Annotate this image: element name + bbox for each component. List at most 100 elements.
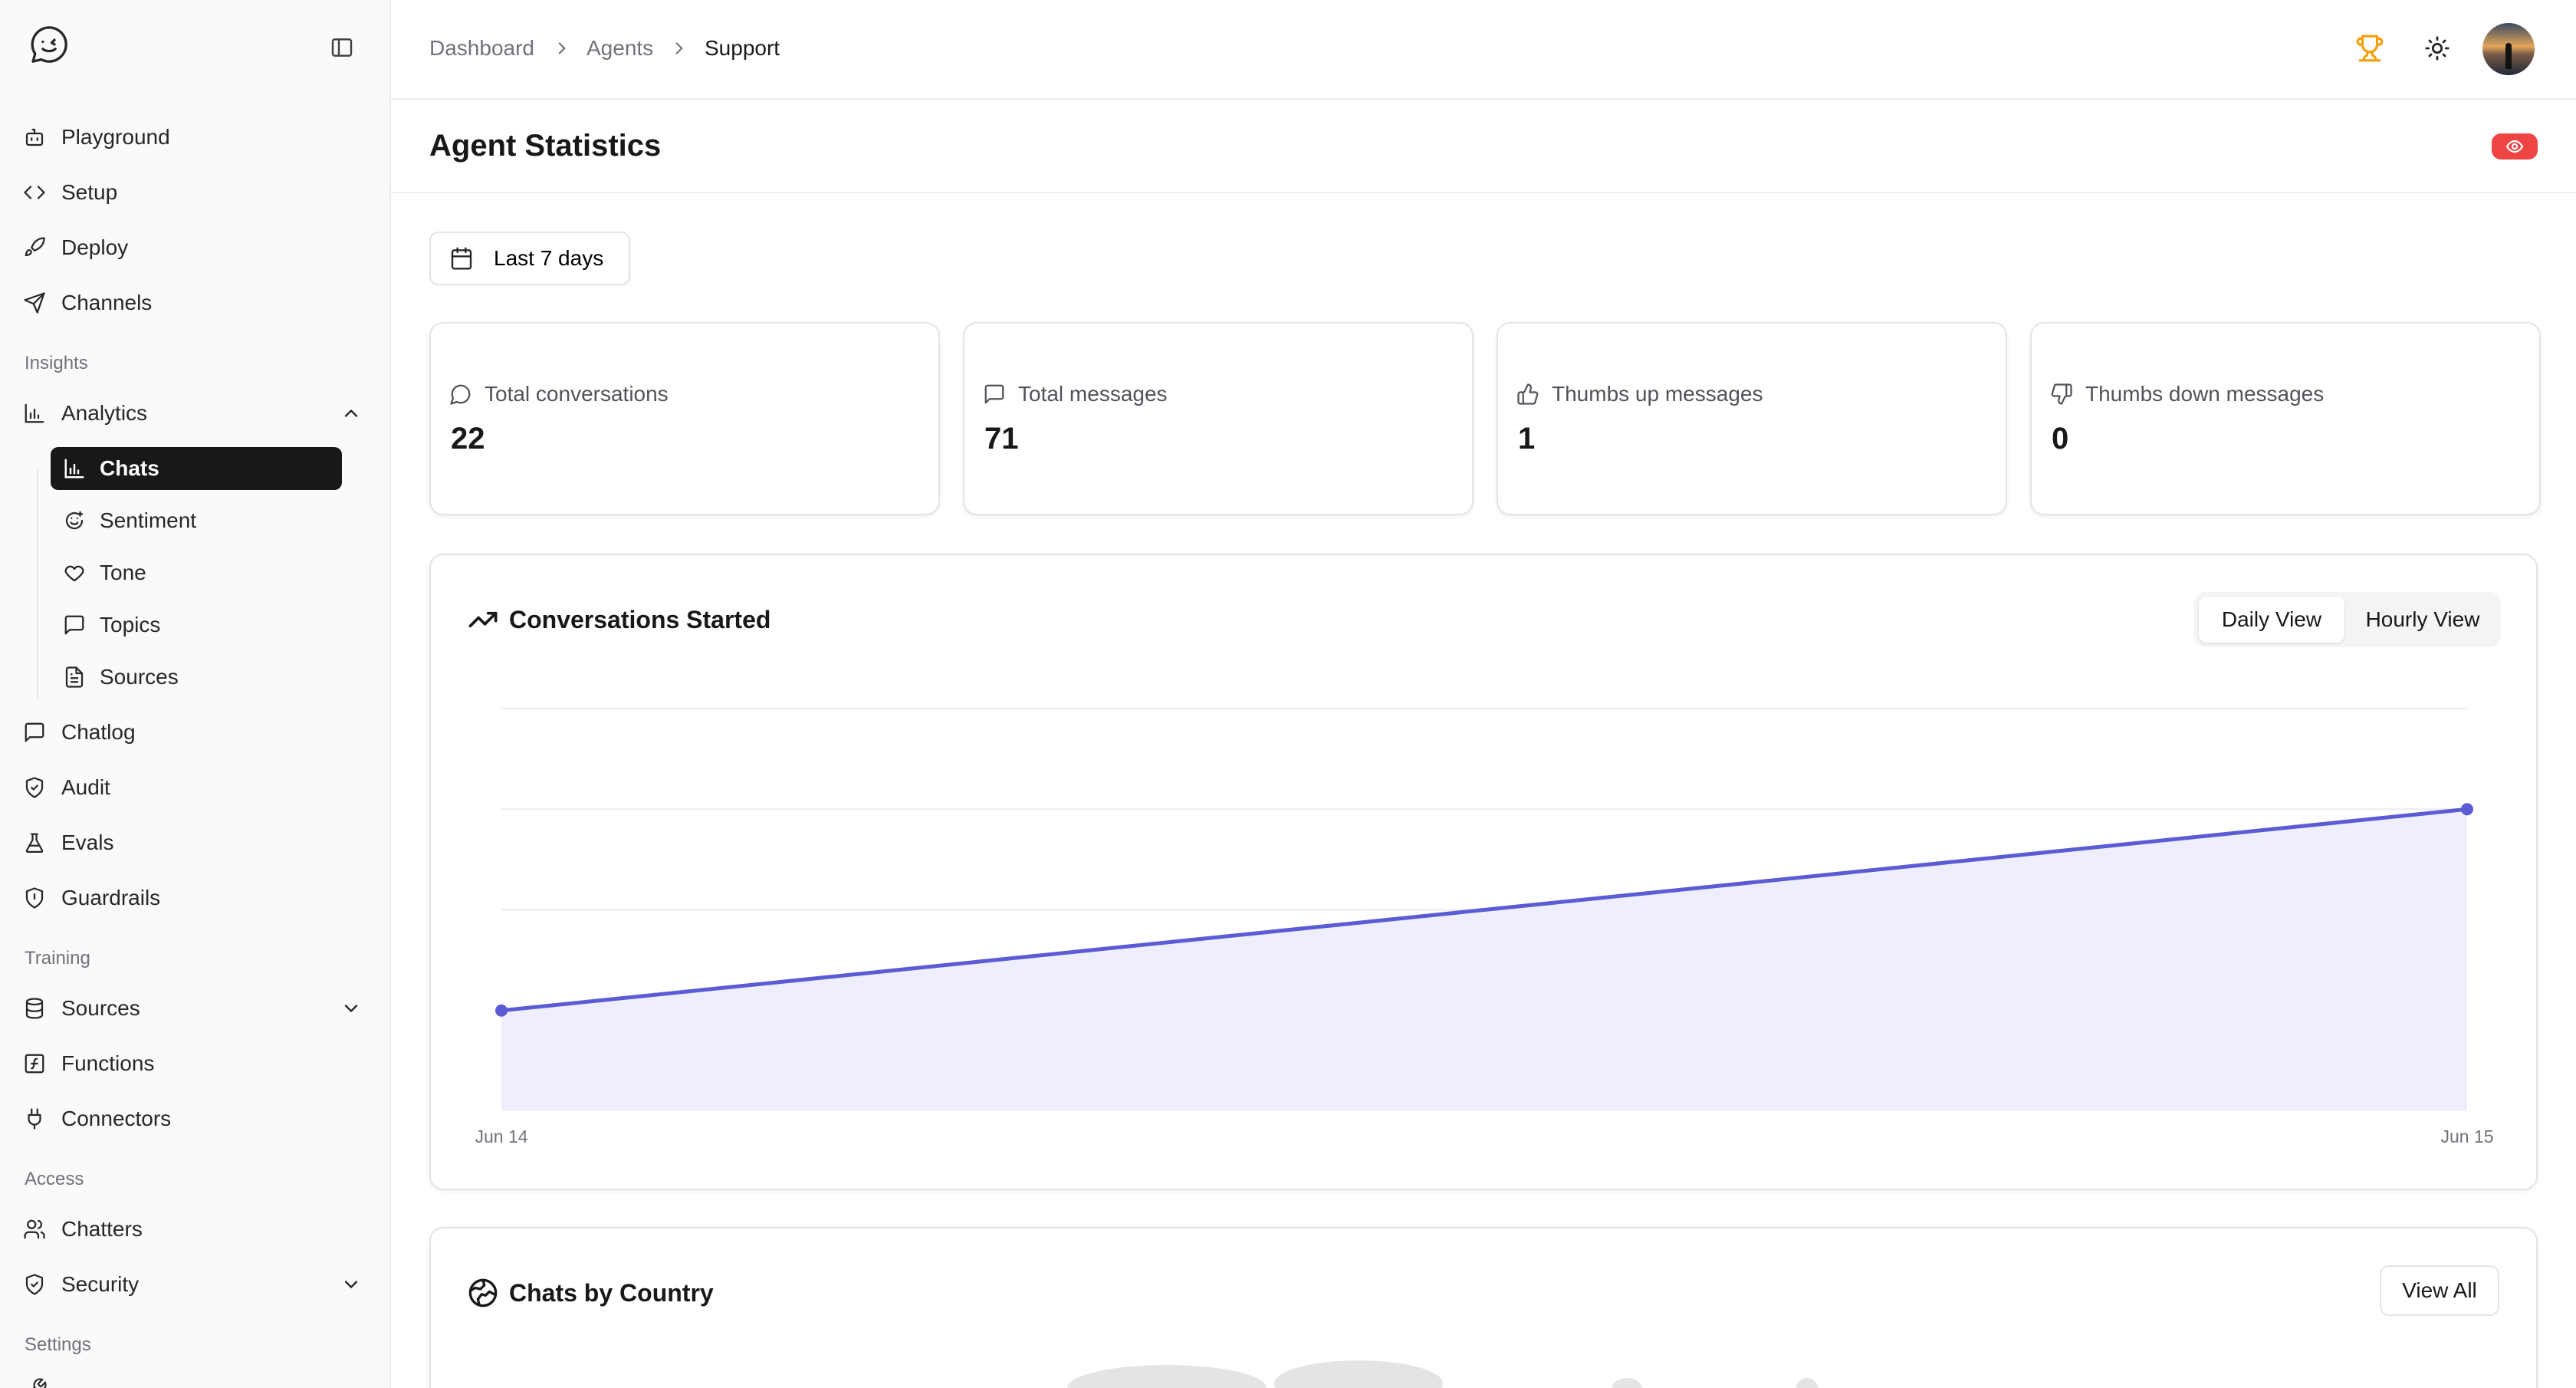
chart-x-tick-label: Jun 15 xyxy=(2440,1127,2493,1146)
users-icon xyxy=(24,1219,45,1239)
section-label-insights: Insights xyxy=(25,353,88,373)
world-map-shape xyxy=(1612,1378,1642,1388)
sidebar-item-label: Analytics xyxy=(61,401,148,425)
stat-value: 71 xyxy=(984,422,1019,456)
chats-by-country-card: Chats by Country View All xyxy=(429,1227,2538,1388)
sidebar-item-label: Connectors xyxy=(61,1107,172,1130)
stat-card-thumbs-up: Thumbs up messages 1 xyxy=(1497,322,2007,515)
stat-label: Total messages xyxy=(1018,382,1168,406)
breadcrumb-dashboard[interactable]: Dashboard xyxy=(429,36,534,61)
conversations-area-chart: Jun 14 Jun 15 xyxy=(475,708,2494,1146)
sidebar-item-analytics[interactable]: Analytics xyxy=(23,392,147,435)
sidebar-item-deploy[interactable]: Deploy xyxy=(23,226,128,269)
world-map-shape xyxy=(1067,1365,1267,1388)
sidebar-item-chatlog[interactable]: Chatlog xyxy=(23,711,136,754)
sidebar-item-security[interactable]: Security xyxy=(23,1263,139,1306)
stat-value: 22 xyxy=(451,422,485,456)
stat-label: Thumbs down messages xyxy=(2085,382,2325,406)
date-range-button[interactable]: Last 7 days xyxy=(429,232,630,285)
sidebar-item-playground[interactable]: Playground xyxy=(23,116,170,159)
sidebar-item-label: Sources xyxy=(100,665,179,689)
sidebar-item-label: Chatters xyxy=(61,1217,143,1241)
country-card-title: Chats by Country xyxy=(509,1278,714,1307)
conversations-chart-card: Conversations Started Daily View Hourly … xyxy=(429,554,2538,1190)
bar-chart-icon xyxy=(25,403,44,423)
chart-data-point xyxy=(2461,803,2473,816)
submenu-guide-line xyxy=(37,469,38,699)
sidebar-item-chatters[interactable]: Chatters xyxy=(23,1208,143,1251)
section-label-access: Access xyxy=(25,1169,84,1189)
bot-icon xyxy=(25,128,44,146)
sidebar-item-setup[interactable]: Setup xyxy=(23,171,117,214)
thumbs-down-icon xyxy=(2051,383,2072,405)
sun-icon[interactable] xyxy=(2424,35,2450,61)
sidebar-subitem-topics[interactable]: Topics xyxy=(51,604,342,646)
sidebar-item-training-sources[interactable]: Sources xyxy=(23,987,140,1030)
message-square-icon xyxy=(25,722,44,742)
sidebar-item-audit[interactable]: Audit xyxy=(23,766,110,809)
sidebar-item-channels[interactable]: Channels xyxy=(23,281,152,324)
sidebar-subitem-sources[interactable]: Sources xyxy=(51,656,342,699)
shield-check-icon xyxy=(25,777,44,798)
sidebar-item-label: Tone xyxy=(100,561,146,584)
visibility-badge[interactable] xyxy=(2492,133,2538,160)
database-icon xyxy=(25,998,44,1019)
message-circle-icon xyxy=(450,384,471,405)
chat-logo-icon[interactable] xyxy=(28,23,71,66)
message-square-icon xyxy=(984,384,1004,404)
avatar[interactable] xyxy=(2482,23,2535,75)
send-icon xyxy=(24,292,45,314)
sidebar: Playground Setup Deploy Channels Insight… xyxy=(0,0,391,1388)
globe-icon xyxy=(468,1278,498,1307)
rocket-icon xyxy=(25,237,45,257)
thumbs-up-icon xyxy=(1517,383,1539,405)
code-icon xyxy=(24,186,45,199)
message-square-icon xyxy=(64,615,84,635)
page-title: Agent Statistics xyxy=(429,129,662,163)
stat-label: Thumbs up messages xyxy=(1552,382,1763,406)
chevron-right-icon xyxy=(675,42,683,54)
chart-data-point xyxy=(495,1004,508,1017)
sidebar-item-label: Deploy xyxy=(61,235,129,259)
sidebar-item-label: Playground xyxy=(61,125,170,149)
sidebar-item-label: Security xyxy=(61,1272,140,1296)
section-label-training: Training xyxy=(25,948,90,969)
sidebar-item-evals[interactable]: Evals xyxy=(23,821,113,864)
breadcrumb-support: Support xyxy=(705,36,780,60)
sidebar-item-label: Topics xyxy=(100,613,161,636)
breadcrumb-agents[interactable]: Agents xyxy=(586,36,653,61)
sidebar-item-label: Audit xyxy=(61,775,110,799)
function-icon xyxy=(25,1054,44,1074)
chart-x-tick-label: Jun 14 xyxy=(475,1127,527,1146)
sidebar-item-functions[interactable]: Functions xyxy=(23,1042,154,1085)
sidebar-item-label: Sentiment xyxy=(100,508,197,532)
sidebar-subitem-sentiment[interactable]: Sentiment xyxy=(51,499,342,542)
sidebar-subitem-tone[interactable]: Tone xyxy=(51,551,342,594)
chevron-up-icon[interactable] xyxy=(340,403,362,424)
chevron-right-icon xyxy=(558,42,566,54)
view-all-button[interactable]: View All xyxy=(2380,1265,2499,1316)
heart-icon xyxy=(64,565,84,582)
date-range-label: Last 7 days xyxy=(494,246,604,270)
section-label-settings: Settings xyxy=(25,1334,91,1355)
shield-check-icon xyxy=(25,1274,44,1295)
sidebar-subitem-chats[interactable]: Chats xyxy=(51,447,342,490)
stat-card-conversations: Total conversations 22 xyxy=(429,322,940,515)
chevron-down-icon[interactable] xyxy=(340,1274,362,1295)
sidebar-item-label: Functions xyxy=(61,1051,155,1075)
settings-item-icon[interactable] xyxy=(25,1377,48,1388)
plug-icon xyxy=(28,1108,41,1130)
trophy-icon[interactable] xyxy=(2355,34,2384,63)
calendar-icon xyxy=(451,247,472,270)
sidebar-item-connectors[interactable]: Connectors xyxy=(23,1097,171,1140)
sidebar-item-label: Guardrails xyxy=(61,886,161,909)
sidebar-item-label: Channels xyxy=(61,291,153,314)
smile-icon xyxy=(65,511,84,530)
sidebar-item-guardrails[interactable]: Guardrails xyxy=(23,877,160,919)
chevron-down-icon[interactable] xyxy=(340,998,362,1019)
file-text-icon xyxy=(65,666,84,688)
stat-card-messages: Total messages 71 xyxy=(963,322,1474,515)
flask-icon xyxy=(25,833,44,853)
shield-icon xyxy=(25,887,44,909)
sidebar-toggle-icon[interactable] xyxy=(330,35,354,60)
